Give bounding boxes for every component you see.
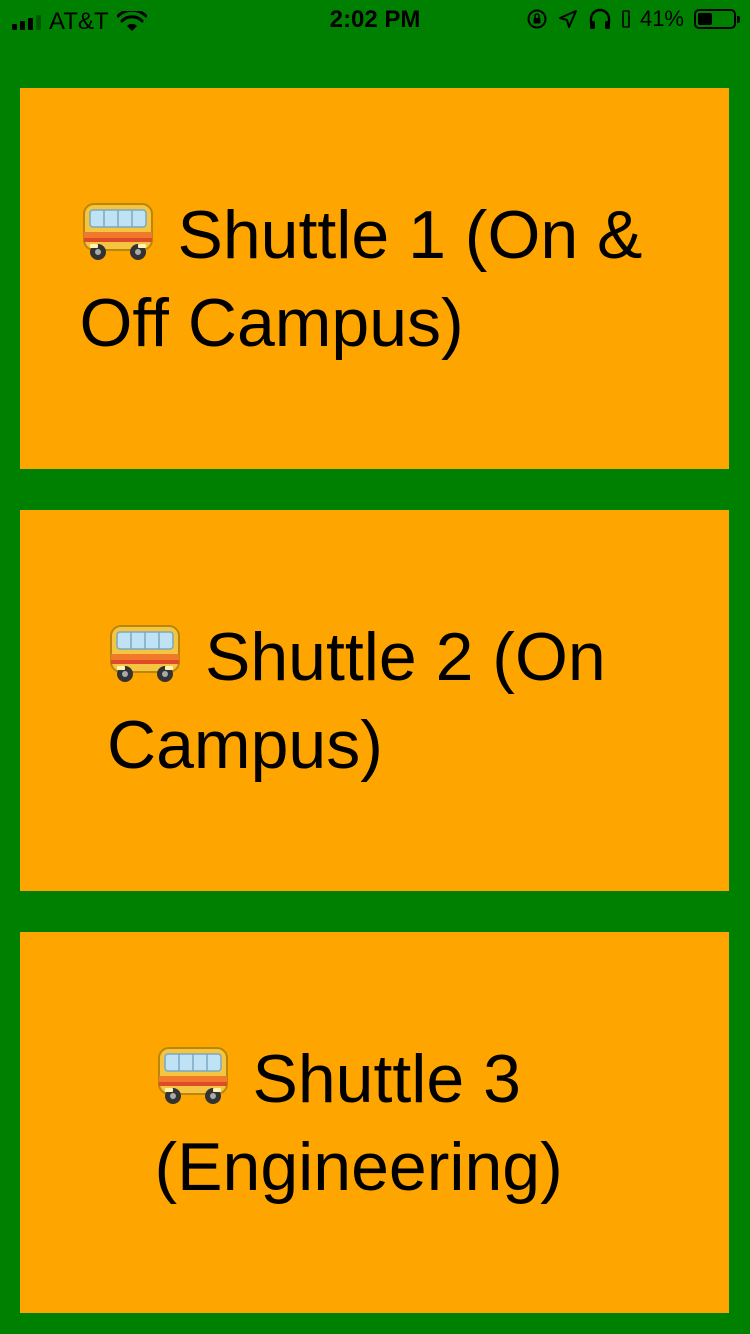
shuttle-1-label-wrapper: Shuttle 1 (On & Off Campus) <box>80 191 670 367</box>
bus-icon <box>82 202 153 260</box>
rotation-lock-icon <box>527 9 547 29</box>
charging-indicator-icon <box>622 10 630 28</box>
shuttle-3-label-wrapper: Shuttle 3 (Engineering) <box>155 1035 595 1211</box>
headphones-icon <box>589 8 611 29</box>
status-bar: AT&T 2:02 PM 41% <box>0 0 750 40</box>
bus-icon <box>157 1046 228 1104</box>
battery-tip <box>737 16 740 23</box>
shuttle-1-button[interactable]: Shuttle 1 (On & Off Campus) <box>20 88 729 469</box>
shuttle-3-button[interactable]: Shuttle 3 (Engineering) <box>20 932 729 1313</box>
status-bar-right: 41% <box>526 6 740 32</box>
location-icon <box>558 10 577 28</box>
battery-level-fill <box>698 13 712 25</box>
shuttle-2-button[interactable]: Shuttle 2 (On Campus) <box>20 510 729 891</box>
shuttle-2-label-wrapper: Shuttle 2 (On Campus) <box>107 613 642 789</box>
battery-percent: 41% <box>639 6 684 31</box>
shuttle-1-label: Shuttle 1 (On & Off Campus) <box>79 196 643 361</box>
bus-icon <box>110 624 180 682</box>
battery-icon <box>694 9 740 29</box>
